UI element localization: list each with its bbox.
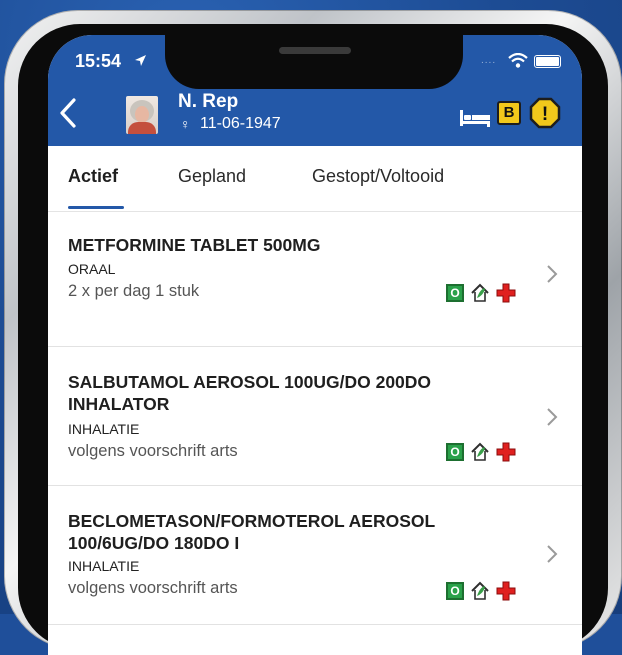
phone-notch bbox=[165, 35, 463, 89]
alert-symbol: ! bbox=[542, 104, 548, 125]
battery-icon bbox=[534, 55, 561, 68]
tab-gestopt-voltooid[interactable]: Gestopt/Voltooid bbox=[312, 166, 444, 187]
medication-route: INHALATIE bbox=[68, 558, 140, 574]
home-icon bbox=[471, 581, 489, 600]
medication-list: METFORMINE TABLET 500MG ORAAL 2 x per da… bbox=[48, 211, 582, 625]
location-arrow-icon bbox=[135, 55, 146, 66]
medication-route: INHALATIE bbox=[68, 421, 140, 437]
chevron-right-icon bbox=[547, 408, 558, 426]
wifi-icon bbox=[508, 53, 528, 68]
patient-birth-date: 11-06-1947 bbox=[200, 115, 281, 132]
female-icon: ♀ bbox=[180, 116, 191, 132]
medication-item[interactable]: BECLOMETASON/FORMOTEROL AEROSOL 100/6UG/… bbox=[48, 486, 582, 625]
app-screen: 15:54 .... N. Rep ♀ 11-06-1947 B ! Actie… bbox=[48, 35, 582, 655]
b-badge[interactable]: B bbox=[497, 101, 521, 125]
alert-octagon-icon[interactable]: ! bbox=[529, 97, 561, 129]
medication-name: METFORMINE TABLET 500MG bbox=[68, 235, 321, 255]
medical-cross-icon bbox=[496, 581, 516, 601]
medication-route: ORAAL bbox=[68, 261, 116, 277]
speaker-grille bbox=[279, 47, 351, 54]
tab-bar: Actief Gepland Gestopt/Voltooid bbox=[48, 146, 582, 212]
tab-gepland[interactable]: Gepland bbox=[178, 166, 246, 187]
signal-icon: .... bbox=[481, 55, 497, 66]
oral-icon: O bbox=[446, 582, 464, 600]
chevron-right-icon bbox=[547, 545, 558, 563]
patient-avatar bbox=[126, 96, 158, 134]
home-icon bbox=[471, 283, 489, 302]
medication-icons: O bbox=[446, 442, 516, 462]
back-chevron-icon[interactable] bbox=[58, 97, 78, 129]
patient-name: N. Rep bbox=[178, 91, 239, 112]
medication-dosage: 2 x per dag 1 stuk bbox=[68, 282, 200, 300]
medication-dosage: volgens voorschrift arts bbox=[68, 579, 238, 597]
medication-dosage: volgens voorschrift arts bbox=[68, 442, 238, 460]
medication-item[interactable]: METFORMINE TABLET 500MG ORAAL 2 x per da… bbox=[48, 211, 582, 347]
medical-cross-icon bbox=[496, 442, 516, 462]
home-icon bbox=[471, 442, 489, 461]
active-tab-indicator bbox=[68, 206, 124, 209]
oral-icon: O bbox=[446, 284, 464, 302]
status-time: 15:54 bbox=[75, 51, 122, 71]
tab-actief[interactable]: Actief bbox=[68, 166, 118, 187]
oral-icon: O bbox=[446, 443, 464, 461]
bed-icon bbox=[460, 110, 490, 127]
medication-name: SALBUTAMOL AEROSOL 100UG/DO 200DO INHALA… bbox=[68, 372, 432, 414]
chevron-right-icon bbox=[547, 265, 558, 283]
medication-name: BECLOMETASON/FORMOTEROL AEROSOL 100/6UG/… bbox=[68, 511, 435, 553]
medication-item[interactable]: SALBUTAMOL AEROSOL 100UG/DO 200DO INHALA… bbox=[48, 347, 582, 486]
medication-icons: O bbox=[446, 283, 516, 303]
medication-icons: O bbox=[446, 581, 516, 601]
medical-cross-icon bbox=[496, 283, 516, 303]
